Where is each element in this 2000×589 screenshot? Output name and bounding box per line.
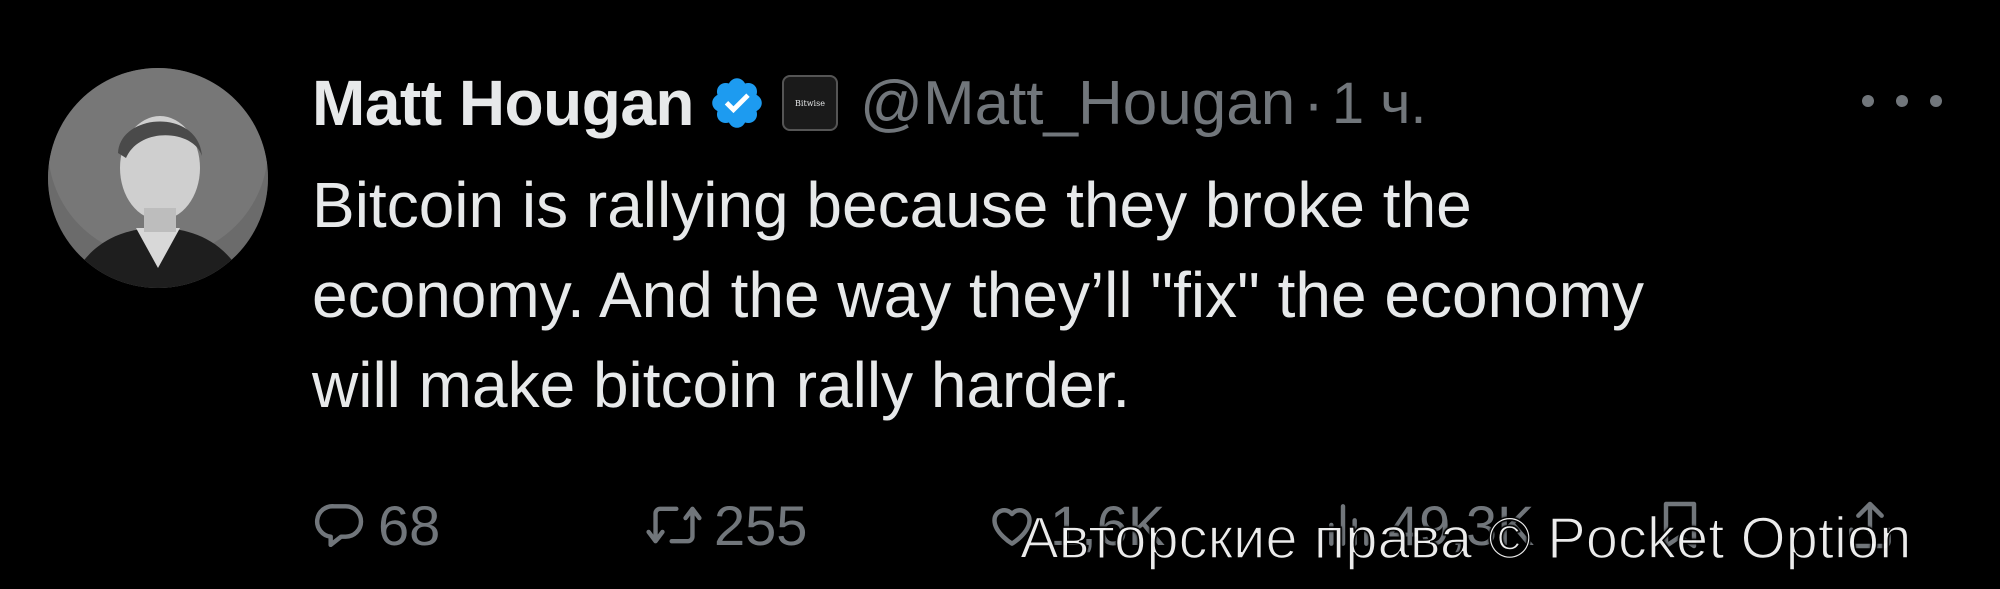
tweet-timestamp[interactable]: 1 ч. — [1332, 70, 1427, 137]
tweet-text: Bitcoin is rallying because they broke t… — [312, 169, 1645, 421]
affiliation-badge-label: Bitwise — [795, 98, 825, 108]
tweet-card[interactable]: Matt Hougan Bitwise @Matt_Hougan · 1 ч. … — [0, 0, 2000, 589]
copyright-watermark: Авторские права © Pocket Option — [1019, 505, 1912, 572]
reply-button[interactable]: 68 — [312, 490, 440, 560]
reply-count: 68 — [378, 493, 441, 557]
repost-arrows-icon — [646, 506, 702, 544]
reply-bubble-icon — [314, 504, 364, 548]
more-dots-icon[interactable] — [1862, 86, 1942, 116]
tweet-header: Matt Hougan Bitwise @Matt_Hougan · 1 ч. — [312, 58, 1427, 148]
affiliation-badge[interactable]: Bitwise — [782, 75, 838, 131]
repost-count: 255 — [714, 493, 808, 557]
header-separator: · — [1303, 68, 1324, 138]
author-handle[interactable]: @Matt_Hougan — [860, 68, 1295, 139]
avatar[interactable] — [48, 68, 268, 288]
verified-badge-icon[interactable] — [708, 74, 766, 132]
repost-button[interactable]: 255 — [644, 490, 807, 560]
avatar-portrait-icon — [48, 68, 268, 288]
author-name[interactable]: Matt Hougan — [312, 66, 695, 140]
